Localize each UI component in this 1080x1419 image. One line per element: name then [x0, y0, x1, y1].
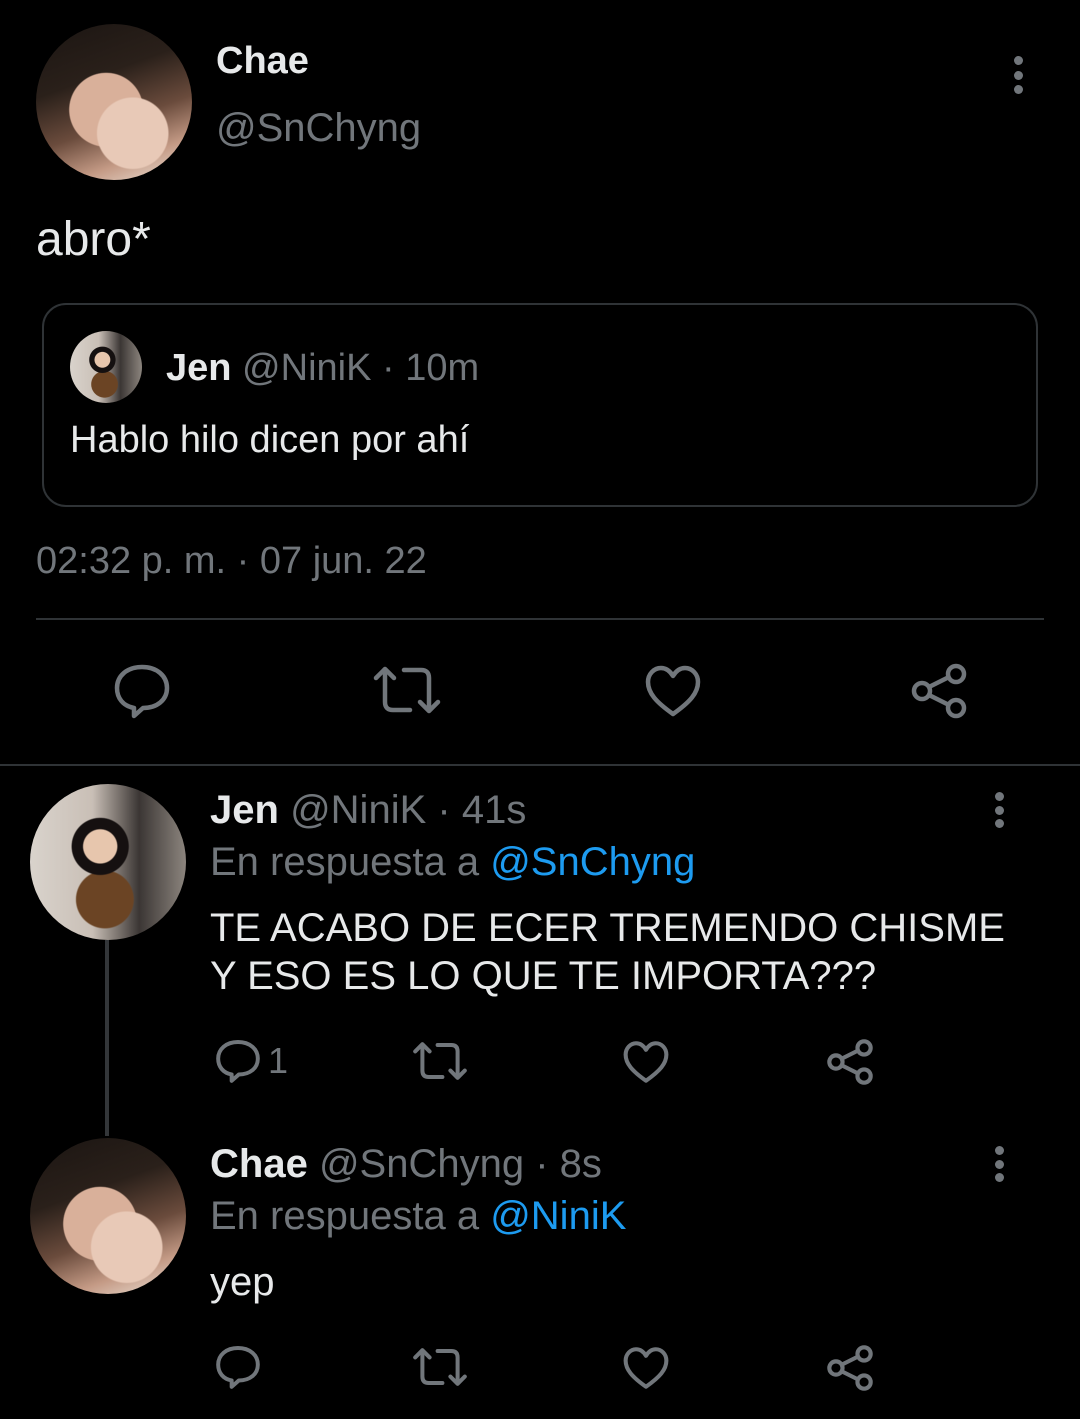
tweet-age: · 8s: [535, 1142, 602, 1186]
tweet-age: · 10m: [382, 347, 480, 389]
thread-line: [105, 940, 109, 1136]
tweet-header: Jen @NiniK · 41s: [210, 788, 526, 833]
reply-prefix: En respuesta a: [210, 1194, 480, 1238]
like-icon: [645, 665, 701, 717]
quoted-tweet[interactable]: Jen @NiniK · 10m Hablo hilo dicen por ah…: [42, 303, 1038, 507]
reply-context: En respuesta a @SnChyng: [210, 840, 695, 885]
avatar[interactable]: [30, 1138, 186, 1294]
avatar[interactable]: [30, 784, 186, 940]
tweet-header: Chae @SnChyng · 8s: [210, 1142, 602, 1187]
share-icon: [911, 663, 967, 719]
author-handle: @NiniK: [242, 347, 372, 389]
more-icon[interactable]: [993, 1146, 1005, 1182]
more-icon[interactable]: [993, 792, 1005, 828]
author-name[interactable]: Chae: [210, 1142, 308, 1186]
reply-icon: [216, 1345, 260, 1389]
reply-button[interactable]: 1: [214, 1038, 288, 1084]
share-button[interactable]: [826, 1038, 874, 1086]
author-name[interactable]: Chae: [216, 40, 309, 83]
reply-prefix: En respuesta a: [210, 840, 480, 884]
reply-icon: [114, 664, 170, 719]
retweet-button[interactable]: [412, 1040, 468, 1082]
retweet-button[interactable]: [372, 664, 442, 716]
mention-link[interactable]: @SnChyng: [490, 840, 695, 884]
author-name[interactable]: Jen: [210, 788, 279, 832]
share-button[interactable]: [910, 662, 968, 720]
retweet-icon: [413, 1348, 467, 1386]
author-name: Jen: [166, 347, 232, 389]
avatar[interactable]: [36, 24, 192, 180]
divider: [36, 618, 1044, 620]
like-button[interactable]: [622, 1346, 670, 1390]
timestamp[interactable]: 02:32 p. m. · 07 jun. 22: [36, 540, 427, 583]
author-handle[interactable]: @NiniK: [290, 788, 426, 832]
tweet-text: abro*: [36, 213, 151, 266]
reply-button[interactable]: [214, 1344, 262, 1390]
divider: [0, 764, 1080, 766]
tweet-text-line: TE ACABO DE ECER TREMENDO CHISME: [210, 906, 1005, 950]
quoted-header: Jen @NiniK · 10m: [166, 347, 479, 390]
like-button[interactable]: [622, 1040, 670, 1084]
avatar[interactable]: [70, 331, 142, 403]
reply-context: En respuesta a @NiniK: [210, 1194, 626, 1239]
tweet-text: yep: [210, 1260, 275, 1304]
like-icon: [623, 1347, 669, 1389]
retweet-button[interactable]: [412, 1346, 468, 1388]
quoted-text: Hablo hilo dicen por ahí: [70, 419, 470, 461]
retweet-icon: [373, 666, 441, 714]
author-handle[interactable]: @SnChyng: [216, 106, 421, 151]
more-icon[interactable]: [1012, 56, 1024, 94]
reply-icon: [216, 1039, 260, 1083]
reply-count: 1: [268, 1040, 289, 1081]
tweet-age: · 41s: [437, 788, 527, 832]
author-handle[interactable]: @SnChyng: [319, 1142, 524, 1186]
mention-link[interactable]: @NiniK: [490, 1194, 626, 1238]
reply-button[interactable]: [112, 662, 172, 720]
share-icon: [827, 1345, 873, 1391]
share-icon: [827, 1039, 873, 1085]
share-button[interactable]: [826, 1344, 874, 1392]
retweet-icon: [413, 1042, 467, 1080]
tweet-text-line: Y ESO ES LO QUE TE IMPORTA???: [210, 954, 877, 998]
like-icon: [623, 1041, 669, 1083]
like-button[interactable]: [644, 664, 702, 718]
